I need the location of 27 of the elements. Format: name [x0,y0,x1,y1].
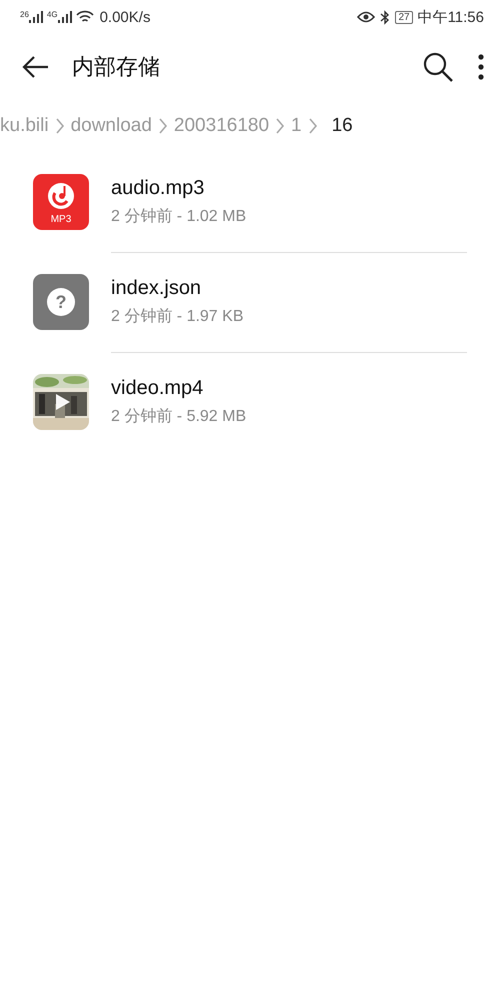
battery-level: 27 [395,10,413,24]
signal-icon [28,11,43,23]
file-name[interactable]: index.json [111,276,467,300]
file-details: 2 分钟前 - 1.97 KB [111,306,244,326]
signal-icon [58,11,72,23]
chevron-right-icon [158,117,168,135]
chevron-right-icon [54,117,65,135]
bluetooth-icon [380,10,390,24]
page-title: 内部存储 [72,53,160,81]
eye-icon [357,10,376,24]
signal-label: 26 [20,11,29,19]
back-arrow-icon[interactable] [22,55,50,79]
network-label: 4G [46,11,58,19]
search-icon[interactable] [422,51,454,83]
file-details: 2 分钟前 - 5.92 MB [111,407,248,427]
file-details: 2 分钟前 - 1.02 MB [111,206,248,226]
chevron-right-icon [308,117,318,135]
music-file-icon: MP3 [33,174,89,230]
network-speed: 0.00K/s [100,8,150,26]
unknown-file-icon: ? [33,274,89,330]
chevron-right-icon [275,117,286,135]
file-name[interactable]: video.mp4 [111,377,467,400]
clock: 中午11:56 [418,8,484,26]
file-name[interactable]: audio.mp3 [111,176,467,200]
breadcrumb[interactable]: 16 [318,115,367,137]
more-options-icon[interactable] [478,54,484,80]
wifi-icon [76,10,94,24]
